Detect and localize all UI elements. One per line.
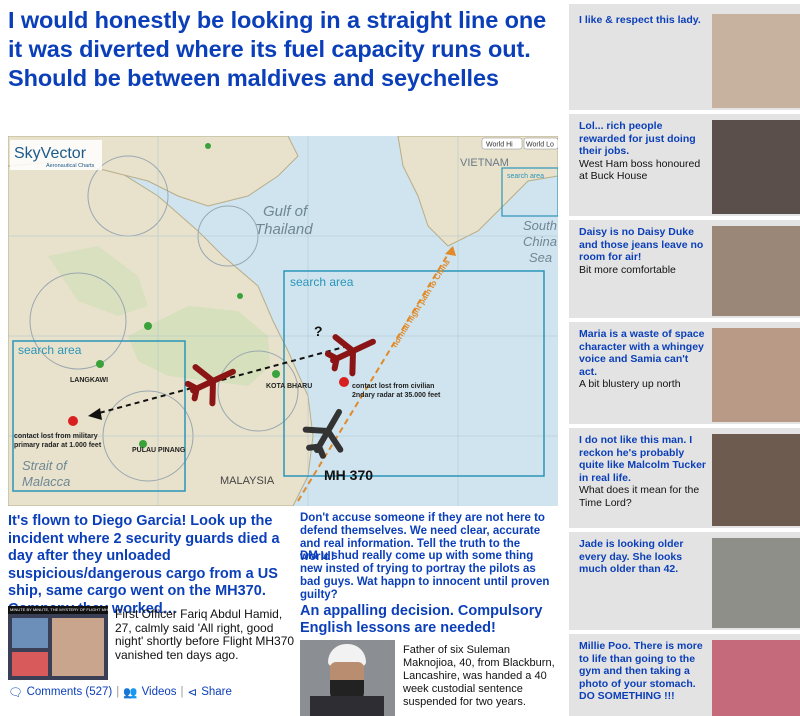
share-link[interactable]: Share (201, 686, 232, 698)
sidebar-quote[interactable]: Maria is a waste of space character with… (579, 328, 704, 378)
sidebar-subtitle[interactable]: What does it mean for the Time Lord? (579, 484, 707, 509)
comments-link[interactable]: Comments (527) (27, 686, 113, 698)
svg-text:South: South (523, 218, 557, 233)
svg-text:search area: search area (18, 343, 82, 357)
comment-headline[interactable]: I would honestly be looking in a straigh… (8, 6, 556, 93)
share-icon[interactable]: ⊲ (188, 685, 198, 699)
sidebar-thumbnail[interactable] (712, 640, 800, 716)
svg-text:China: China (523, 234, 557, 249)
svg-text:MALAYSIA: MALAYSIA (220, 475, 275, 487)
svg-text:KOTA BHARU: KOTA BHARU (266, 383, 312, 390)
sidebar-item[interactable]: Lol... rich people rewarded for just doi… (569, 114, 800, 214)
sidebar-quote[interactable]: I like & respect this lady. (579, 14, 701, 26)
svg-text:contact lost from civilian: contact lost from civilian (352, 383, 434, 390)
svg-text:World Lo: World Lo (526, 142, 554, 149)
sidebar-subtitle[interactable]: Bit more comfortable (579, 264, 707, 277)
sidebar-item[interactable]: I like & respect this lady. (569, 8, 800, 108)
col2-summary: Father of six Suleman Maknojioa, 40, fro… (403, 644, 555, 708)
comment-b[interactable]: DM u shud really come up with some thing… (300, 550, 555, 602)
sidebar-quote[interactable]: Millie Poo. There is more to life than g… (579, 640, 703, 702)
col2-headline[interactable]: An appalling decision. Compulsory Englis… (300, 603, 555, 637)
svg-text:Strait of: Strait of (22, 458, 68, 473)
main-content: I would honestly be looking in a straigh… (0, 0, 560, 716)
sidebar-quote[interactable]: Jade is looking older every day. She loo… (579, 538, 683, 575)
videos-icon[interactable]: 👥 (123, 685, 137, 699)
sidebar-quote[interactable]: I do not like this man. I reckon he's pr… (579, 434, 706, 484)
sidebar-thumbnail[interactable] (712, 538, 800, 628)
sidebar-thumbnail[interactable] (712, 434, 800, 526)
svg-text:contact lost from military: contact lost from military (14, 433, 98, 440)
sidebar-item[interactable]: Maria is a waste of space character with… (569, 322, 800, 422)
divider (569, 0, 800, 4)
svg-text:VIETNAM: VIETNAM (460, 157, 509, 169)
sidebar-item[interactable]: Daisy is no Daisy Duke and those jeans l… (569, 220, 800, 316)
videos-link[interactable]: Videos (142, 686, 177, 698)
svg-text:PULAU PINANG: PULAU PINANG (132, 447, 186, 454)
col1-summary: First Officer Fariq Abdul Hamid, 27, cal… (115, 607, 295, 662)
sidebar-item[interactable]: Millie Poo. There is more to life than g… (569, 634, 800, 716)
sidebar-item[interactable]: Jade is looking older every day. She loo… (569, 532, 800, 628)
svg-text:2ndary radar at 35.000 feet: 2ndary radar at 35.000 feet (352, 392, 441, 399)
svg-text:Gulf of: Gulf of (263, 203, 309, 220)
svg-text:Malacca: Malacca (22, 474, 70, 489)
svg-text:Sea: Sea (529, 250, 552, 265)
svg-text:search area: search area (290, 275, 354, 289)
sidebar-subtitle[interactable]: West Ham boss honoured at Buck House (579, 158, 707, 183)
sidebar-thumbnail[interactable] (712, 120, 800, 214)
svg-text:LANGKAWI: LANGKAWI (70, 377, 108, 384)
map-brand: SkyVector (14, 145, 87, 162)
sidebar-feed: I like & respect this lady. Lol... rich … (569, 0, 800, 716)
sidebar-quote[interactable]: Lol... rich people rewarded for just doi… (579, 120, 696, 157)
col1-thumbnail[interactable]: MINUTE BY MINUTE, THE MYSTERY OF FLIGHT … (8, 606, 108, 680)
svg-text:World Hi: World Hi (486, 142, 513, 149)
social-bar: 🗨 Comments (527) | 👥 Videos | ⊲ Share (8, 685, 232, 699)
sidebar-subtitle[interactable]: A bit blustery up north (579, 378, 707, 391)
divider: | (180, 686, 184, 698)
svg-text:search area: search area (507, 173, 544, 180)
svg-text:?: ? (314, 323, 323, 339)
svg-text:MH 370: MH 370 (324, 467, 373, 483)
svg-text:primary radar at 1.000 feet: primary radar at 1.000 feet (14, 442, 102, 449)
comments-icon[interactable]: 🗨 (8, 685, 23, 699)
sidebar-thumbnail[interactable] (712, 226, 800, 316)
map-brand-sub: Aeronautical Charts (46, 163, 95, 169)
flight-map-image[interactable]: SkyVector Aeronautical Charts World Hi W… (8, 136, 558, 506)
svg-text:Thailand: Thailand (255, 221, 313, 238)
sidebar-thumbnail[interactable] (712, 14, 800, 108)
sidebar-thumbnail[interactable] (712, 328, 800, 422)
sidebar-item[interactable]: I do not like this man. I reckon he's pr… (569, 428, 800, 526)
sidebar-quote[interactable]: Daisy is no Daisy Duke and those jeans l… (579, 226, 703, 263)
col1-headline[interactable]: It's flown to Diego Garcia! Look up the … (8, 513, 293, 618)
col2-thumbnail[interactable] (300, 640, 395, 716)
divider: | (116, 686, 120, 698)
